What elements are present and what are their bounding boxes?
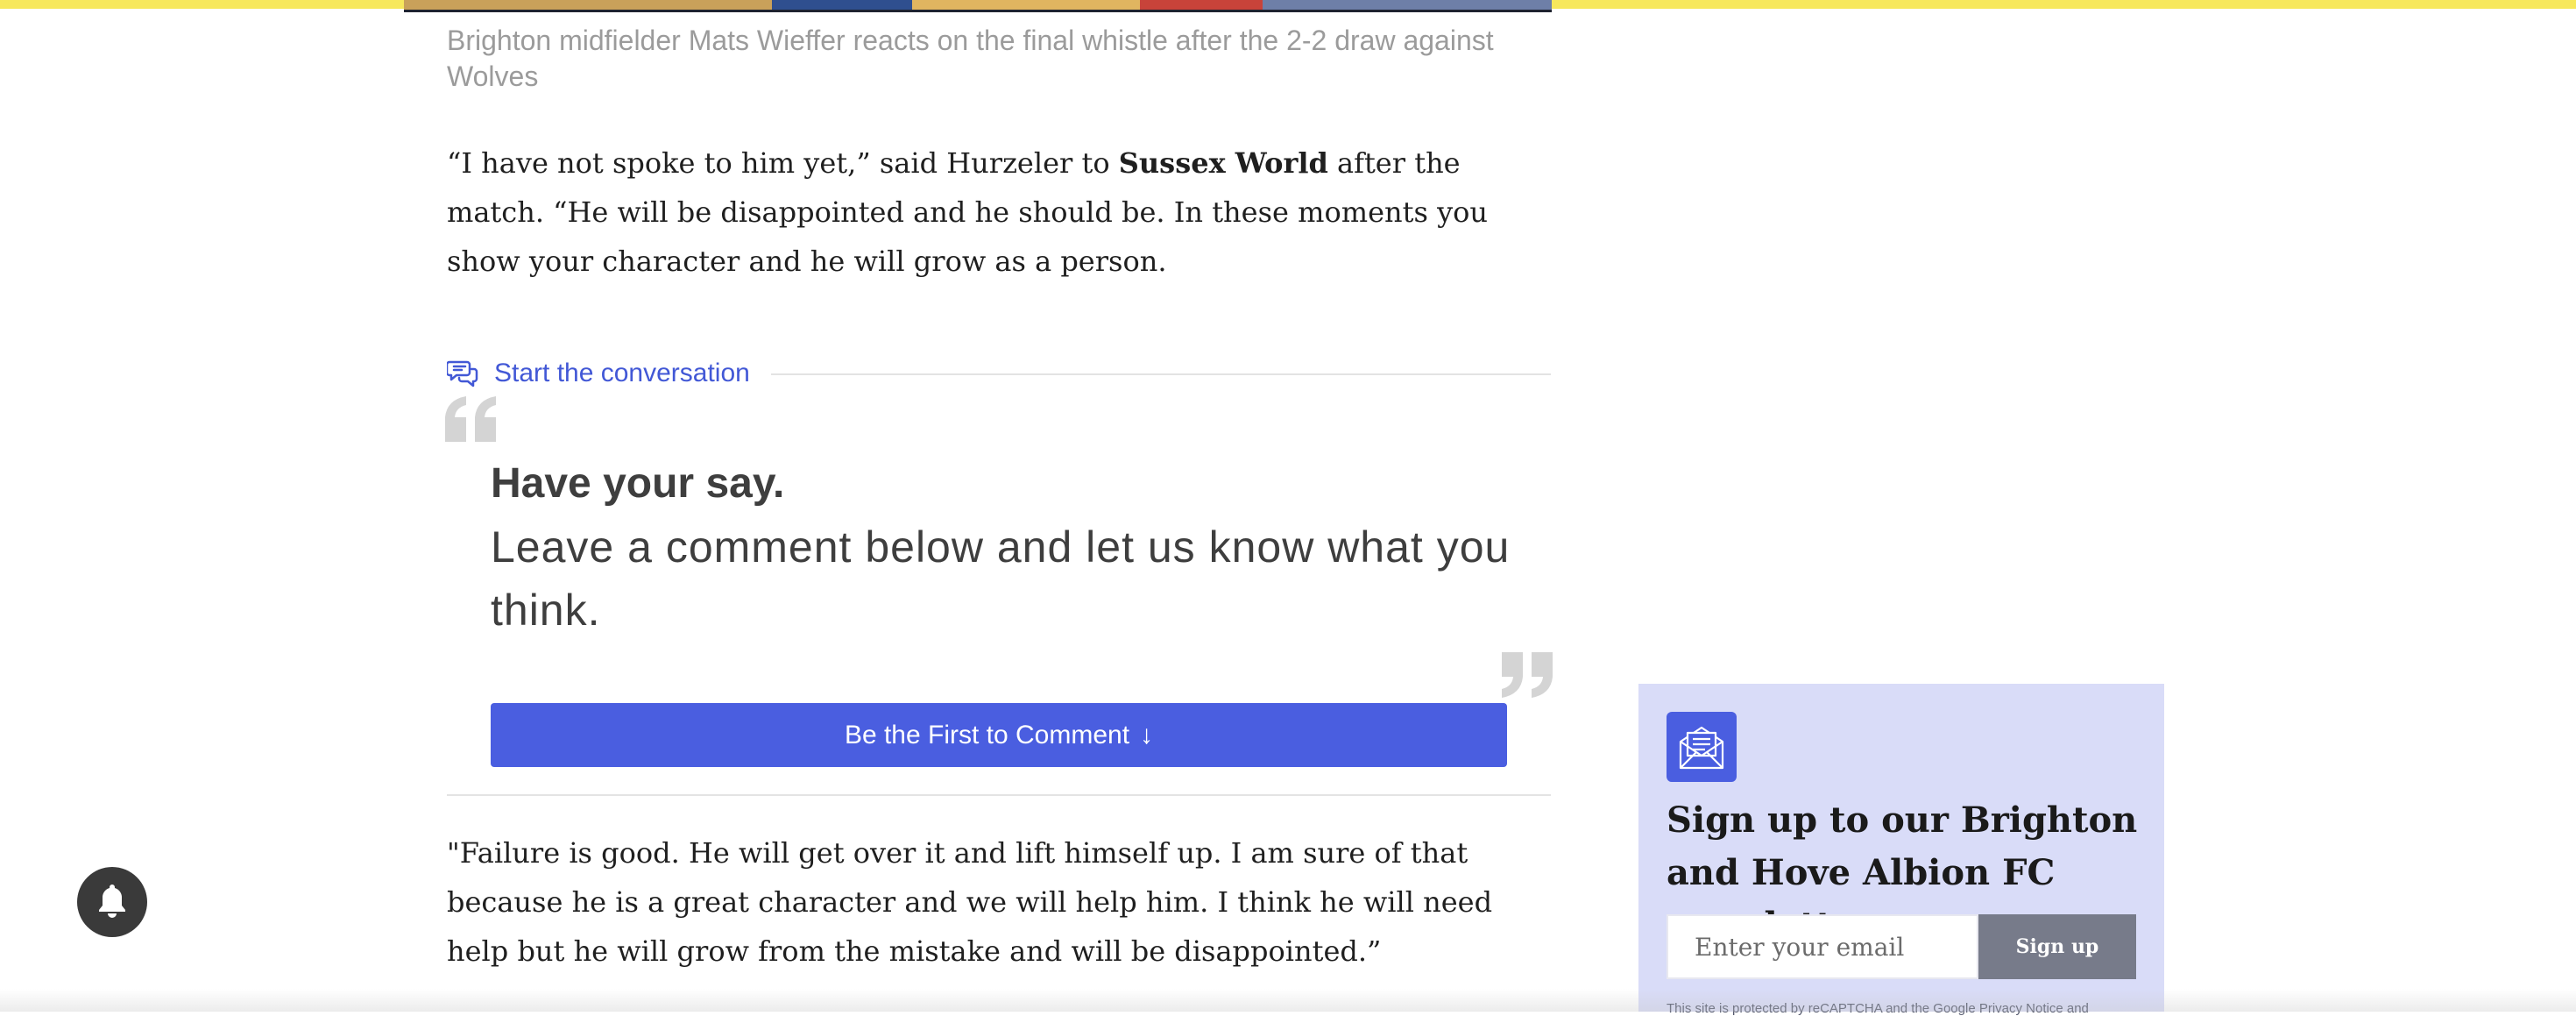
email-input[interactable] (1667, 914, 1978, 979)
chat-bubbles-icon (445, 358, 478, 389)
image-caption: Brighton midfielder Mats Wieffer reacts … (447, 25, 1494, 92)
article-paragraph: “I have not spoke to him yet,” said Hurz… (447, 139, 1560, 286)
section-divider (447, 794, 1551, 796)
start-conversation-row: Start the conversation (445, 356, 1551, 391)
arrow-down-icon: ↓ (1140, 720, 1154, 750)
article-paragraph: "Failure is good. He will get over it an… (447, 836, 1493, 968)
bell-icon (96, 883, 128, 921)
section-divider (771, 373, 1551, 375)
notification-bell-button[interactable] (77, 867, 147, 937)
recaptcha-notice: This site is protected by reCAPTCHA and … (1667, 1001, 2089, 1016)
viewport-bottom-shadow (0, 989, 2576, 1012)
article-image-bottom-edge (404, 0, 1552, 12)
close-quote-icon (1498, 652, 1553, 698)
envelope-icon (1667, 712, 1737, 782)
publication-name: Sussex World (1118, 146, 1328, 180)
first-comment-button[interactable]: Be the First to Comment ↓ (491, 703, 1507, 767)
signup-button[interactable]: Sign up (1978, 914, 2136, 979)
open-quote-icon (445, 396, 499, 442)
newsletter-signup-box: Sign up to our Brighton and Hove Albion … (1638, 684, 2164, 1016)
have-your-say-subtitle: Leave a comment below and let us know wh… (491, 522, 1511, 635)
first-comment-label: Be the First to Comment (844, 720, 1130, 750)
start-conversation-link[interactable]: Start the conversation (494, 356, 750, 391)
paragraph-text: “I have not spoke to him yet,” said Hurz… (447, 146, 1119, 180)
have-your-say-title: Have your say. (491, 460, 785, 507)
